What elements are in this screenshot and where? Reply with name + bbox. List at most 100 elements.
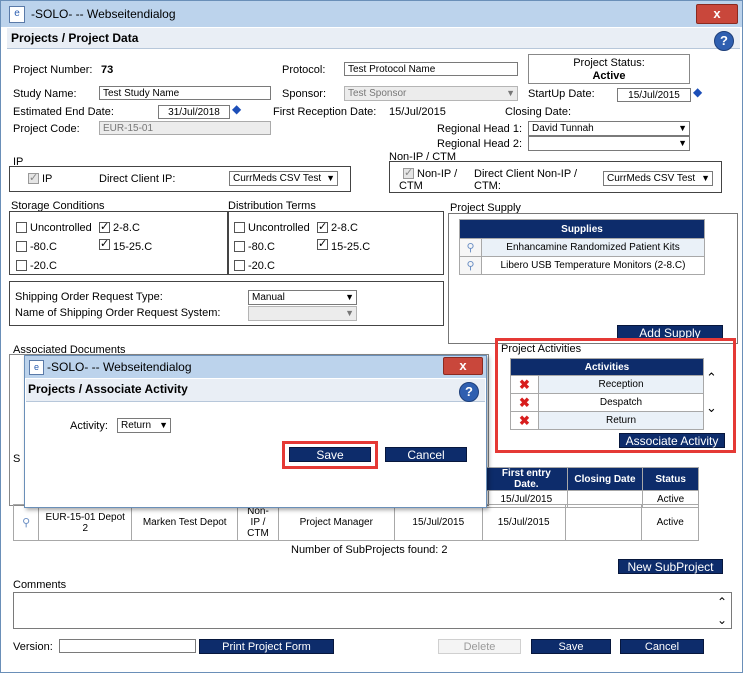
storage-2-8-label: 2-8.C: [113, 222, 140, 234]
table-row[interactable]: ⚲ Libero USB Temperature Monitors (2-8.C…: [459, 256, 705, 275]
dialog-title-bar: e -SOLO- -- Webseitendialog x: [25, 356, 486, 378]
scroll-up-icon[interactable]: ⌃: [717, 595, 727, 609]
associate-activity-dialog: e -SOLO- -- Webseitendialog x Projects /…: [24, 355, 487, 508]
storage-minus80-label: -80.C: [30, 241, 57, 253]
project-status-value: Active: [592, 70, 626, 82]
main-window: e -SOLO- -- Webseitendialog x Projects /…: [0, 0, 743, 673]
table-row[interactable]: ⚲ Enhancamine Randomized Patient Kits: [459, 238, 705, 257]
new-subproject-button[interactable]: New SubProject: [618, 559, 723, 574]
distribution-uncontrolled-label: Uncontrolled: [248, 222, 310, 234]
table-row[interactable]: ✖ Return: [510, 411, 704, 430]
direct-client-non-ip-label: Direct Client Non-IP / CTM:: [474, 168, 578, 192]
print-project-form-button[interactable]: Print Project Form: [199, 639, 334, 654]
associate-activity-button[interactable]: Associate Activity: [619, 433, 725, 448]
distribution-minus20-checkbox[interactable]: [234, 260, 245, 271]
comments-textarea[interactable]: [13, 592, 732, 629]
regional-head-1-label: Regional Head 1:: [437, 123, 523, 135]
delete-button: Delete: [438, 639, 521, 654]
first-reception-date-label: First Reception Date:: [273, 106, 377, 118]
project-number-value: 73: [101, 64, 114, 76]
version-label: Version:: [13, 641, 53, 653]
startup-date-input[interactable]: 15/Jul/2015: [617, 88, 691, 102]
dialog-close-button[interactable]: x: [443, 357, 483, 375]
supplies-table: Supplies ⚲ Enhancamine Randomized Patien…: [459, 219, 705, 275]
protocol-label: Protocol:: [282, 64, 326, 76]
activity-name: Despatch: [538, 393, 704, 412]
distribution-2-8-label: 2-8.C: [331, 222, 358, 234]
delete-activity-icon[interactable]: ✖: [510, 411, 539, 430]
browser-page-icon: e: [29, 360, 44, 375]
supplies-header: Supplies: [459, 219, 705, 239]
depot-cell: Marken Test Depot: [131, 504, 239, 541]
table-row[interactable]: ✖ Despatch: [510, 393, 704, 412]
supply-name: Libero USB Temperature Monitors (2-8.C): [481, 256, 705, 275]
dialog-title: Projects / Associate Activity: [28, 382, 188, 396]
shipping-type-label: Shipping Order Request Type:: [15, 291, 163, 303]
storage-uncontrolled-checkbox[interactable]: [16, 222, 27, 233]
view-supply-icon[interactable]: ⚲: [459, 238, 482, 257]
shipping-type-select[interactable]: Manual ▼: [248, 290, 357, 305]
closing-date-header[interactable]: Closing Date: [566, 467, 644, 491]
page-title: Projects / Project Data: [11, 31, 139, 45]
study-name-input[interactable]: Test Study Name: [99, 86, 271, 100]
distribution-uncontrolled-checkbox[interactable]: [234, 222, 245, 233]
calendar-icon[interactable]: ◆: [693, 85, 702, 99]
distribution-2-8-checkbox[interactable]: ✓: [317, 222, 328, 233]
estimated-end-date-input[interactable]: 31/Jul/2018: [158, 105, 230, 119]
storage-conditions-section: Uncontrolled ✓ 2-8.C -80.C ✓ 15-25.C -20…: [9, 211, 228, 275]
first-entry-date-header[interactable]: First entry Date.: [485, 467, 568, 491]
window-close-button[interactable]: x: [696, 4, 738, 24]
version-input[interactable]: [59, 639, 196, 653]
dialog-cancel-button[interactable]: Cancel: [385, 447, 467, 462]
subprojects-header-table: First entry Date. Closing Date Status 15…: [485, 467, 699, 508]
non-ip-section: ✓ Non-IP / CTM Direct Client Non-IP / CT…: [389, 161, 722, 193]
regional-head-2-select[interactable]: ▼: [528, 136, 690, 151]
view-supply-icon[interactable]: ⚲: [459, 256, 482, 275]
storage-15-25-label: 15-25.C: [113, 241, 153, 253]
scroll-down-icon[interactable]: ⌄: [717, 613, 727, 627]
distribution-minus80-label: -80.C: [248, 241, 275, 253]
view-subproject-icon[interactable]: ⚲: [12, 504, 40, 541]
storage-minus20-checkbox[interactable]: [16, 260, 27, 271]
regional-head-1-select[interactable]: David Tunnah ▼: [528, 121, 690, 136]
supply-name: Enhancamine Randomized Patient Kits: [481, 238, 705, 257]
subprojects-title-fragment: S: [13, 453, 21, 465]
direct-client-ip-select[interactable]: CurrMeds CSV Test ▼: [229, 171, 338, 186]
non-ip-checkbox-label-2: CTM: [399, 180, 423, 192]
activity-select[interactable]: Return ▼: [117, 418, 171, 433]
project-code-label: Project Code:: [13, 123, 80, 135]
direct-client-non-ip-select[interactable]: CurrMeds CSV Test ▼: [603, 171, 713, 186]
date-cell: 15/Jul/2015: [393, 504, 483, 541]
non-ip-checkbox: ✓: [403, 167, 414, 179]
protocol-input[interactable]: Test Protocol Name: [344, 62, 518, 76]
dialog-save-button[interactable]: Save: [289, 447, 371, 462]
delete-activity-icon[interactable]: ✖: [510, 375, 539, 394]
dialog-header: Projects / Associate Activity: [26, 379, 485, 402]
scroll-up-icon[interactable]: ⌃: [706, 370, 717, 386]
non-ip-checkbox-label: Non-IP /: [417, 168, 458, 180]
save-button[interactable]: Save: [531, 639, 611, 654]
storage-2-8-checkbox[interactable]: ✓: [99, 222, 110, 233]
table-row[interactable]: ⚲ EUR-15-01 Depot 2 Marken Test Depot No…: [12, 504, 699, 541]
browser-page-icon: e: [9, 6, 25, 23]
calendar-icon[interactable]: ◆: [232, 102, 241, 116]
sponsor-label: Sponsor:: [282, 88, 327, 100]
comments-label: Comments: [13, 579, 67, 591]
help-icon[interactable]: ?: [459, 382, 479, 402]
activity-label: Activity:: [70, 420, 108, 432]
scroll-down-icon[interactable]: ⌄: [706, 400, 717, 416]
cancel-button[interactable]: Cancel: [620, 639, 704, 654]
status-header[interactable]: Status: [642, 467, 699, 491]
page-header: Projects / Project Data: [7, 28, 740, 49]
status-cell: Active: [641, 504, 699, 541]
distribution-15-25-checkbox[interactable]: ✓: [317, 239, 328, 250]
delete-activity-icon[interactable]: ✖: [510, 393, 539, 412]
distribution-minus80-checkbox[interactable]: [234, 241, 245, 252]
distribution-terms-section: Uncontrolled ✓ 2-8.C -80.C ✓ 15-25.C -20…: [228, 211, 444, 275]
storage-15-25-checkbox[interactable]: ✓: [99, 239, 110, 250]
help-icon[interactable]: ?: [714, 31, 734, 51]
shipping-system-label: Name of Shipping Order Request System:: [15, 307, 221, 319]
storage-minus80-checkbox[interactable]: [16, 241, 27, 252]
table-row[interactable]: ✖ Reception: [510, 375, 704, 394]
activity-name: Return: [538, 411, 704, 430]
